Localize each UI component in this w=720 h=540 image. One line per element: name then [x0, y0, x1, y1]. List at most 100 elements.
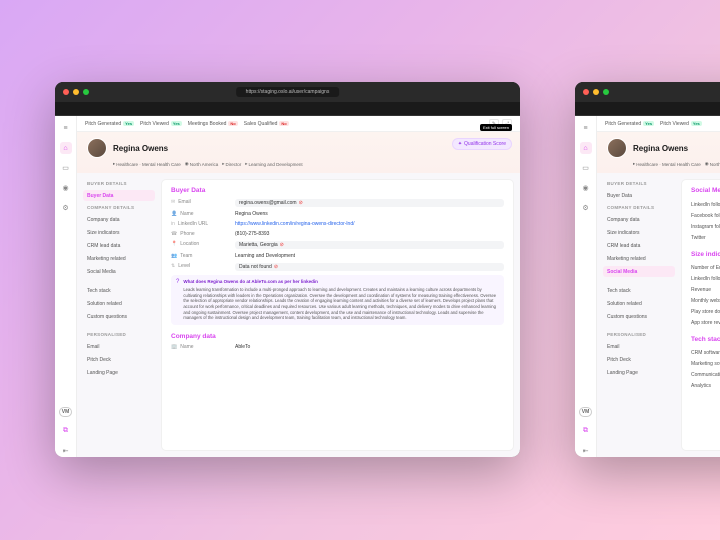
row-instagram-followers: Instagram followers: [691, 221, 720, 232]
logout-icon[interactable]: ⇤: [580, 445, 592, 457]
briefcase-icon[interactable]: ▭: [60, 162, 72, 174]
address-bar[interactable]: https://staging.oslo.ai/user/campaigns: [236, 87, 340, 97]
traffic-lights[interactable]: [63, 89, 89, 95]
status-pitch-generated[interactable]: Pitch GeneratedYes: [605, 121, 654, 127]
row-appstore: App store reviews: [691, 317, 720, 328]
nav-marketing[interactable]: Marketing related: [603, 253, 675, 264]
linkedin-link[interactable]: https://www.linkedin.com/in/regina-owens…: [235, 221, 504, 227]
titlebar: [575, 82, 720, 102]
users-icon[interactable]: ◉: [580, 182, 592, 194]
close-icon[interactable]: [63, 89, 69, 95]
nav-pitch-deck[interactable]: Pitch Deck: [83, 354, 155, 365]
status-row: Pitch GeneratedYes Pitch ViewedYes Meeti…: [77, 116, 520, 132]
settings-icon[interactable]: ⚙: [60, 202, 72, 214]
browser-toolbar: [575, 102, 720, 116]
nav-custom-q[interactable]: Custom questions: [83, 311, 155, 322]
minimize-icon[interactable]: [73, 89, 79, 95]
nav-custom-q[interactable]: Custom questions: [603, 311, 675, 322]
row-linkedin-followers: LinkedIn followers: [691, 199, 720, 210]
app-content: ≡ ⌂ ▭ ◉ ⚙ VM ⧉ ⇤ Pitch GeneratedYes Pitc…: [575, 116, 720, 457]
main-pane: Pitch GeneratedYes Pitch ViewedYes Regin…: [597, 116, 720, 457]
nav-buyer-data[interactable]: Buyer Data: [83, 190, 155, 201]
nav-solution[interactable]: Solution related: [83, 298, 155, 309]
status-pitch-viewed[interactable]: Pitch ViewedYes: [660, 121, 702, 127]
section-nav: BUYER DETAILS Buyer Data COMPANY DETAILS…: [83, 179, 155, 451]
nav-company-data[interactable]: Company data: [603, 214, 675, 225]
body: BUYER DETAILS Buyer Data COMPANY DETAILS…: [597, 173, 720, 457]
field-linkedin: inLinkedIn URLhttps://www.linkedin.com/i…: [171, 221, 504, 227]
nav-crm-lead[interactable]: CRM lead data: [83, 240, 155, 251]
section-nav: BUYER DETAILS Buyer Data COMPANY DETAILS…: [603, 179, 675, 451]
tag-region: ◉ North America: [185, 161, 218, 167]
close-icon[interactable]: [583, 89, 589, 95]
ai-question-block: ? What does Regina Owens do at AbleTo.co…: [171, 275, 504, 325]
field-location: 📍LocationMarietta, Georgia ⊘: [171, 241, 504, 249]
copy-icon[interactable]: ⧉: [580, 425, 592, 437]
person-tags: ▸ Healthcare · Mental Health Care ◉ Nort…: [113, 161, 510, 167]
browser-toolbar: [55, 102, 520, 116]
nav-tech-stack[interactable]: Tech stack: [603, 285, 675, 296]
nav-landing-page[interactable]: Landing Page: [603, 367, 675, 378]
row-analytics: Analytics: [691, 380, 720, 391]
nav-buyer-data[interactable]: Buyer Data: [603, 190, 675, 201]
nav-size-indicators[interactable]: Size indicators: [83, 227, 155, 238]
field-email: ✉Emailregina.owens@gmail.com ⊘: [171, 199, 504, 207]
field-level: ⇅LevelData not found ⊘: [171, 263, 504, 271]
status-pitch-viewed[interactable]: Pitch ViewedYes: [140, 121, 182, 127]
briefcase-icon[interactable]: ▭: [580, 162, 592, 174]
users-icon[interactable]: ◉: [60, 182, 72, 194]
maximize-icon[interactable]: [83, 89, 89, 95]
nav-company-data[interactable]: Company data: [83, 214, 155, 225]
nav-solution[interactable]: Solution related: [603, 298, 675, 309]
maximize-icon[interactable]: [603, 89, 609, 95]
person-header: Exit full screen Regina Owens ▸ Healthca…: [77, 132, 520, 173]
traffic-lights[interactable]: [583, 89, 609, 95]
row-revenue: Revenue: [691, 284, 720, 295]
row-twitter: Twitter: [691, 232, 720, 243]
app-content: ≡ ⌂ ▭ ◉ ⚙ VM ⧉ ⇤ Pitch GeneratedYes Pitc…: [55, 116, 520, 457]
nav-social-media[interactable]: Social Media: [603, 266, 675, 277]
nav-crm-lead[interactable]: CRM lead data: [603, 240, 675, 251]
question-title: What does Regina Owens do at AbleTo.com …: [183, 279, 499, 285]
row-marketing-sw: Marketing software: [691, 358, 720, 369]
browser-window-secondary: ≡ ⌂ ▭ ◉ ⚙ VM ⧉ ⇤ Pitch GeneratedYes Pitc…: [575, 82, 720, 457]
detail-panel: Buyer Data ✉Emailregina.owens@gmail.com …: [161, 179, 514, 451]
minimize-icon[interactable]: [593, 89, 599, 95]
avatar[interactable]: [87, 138, 107, 158]
nav-size-indicators[interactable]: Size indicators: [603, 227, 675, 238]
nav-marketing[interactable]: Marketing related: [83, 253, 155, 264]
nav-social-media[interactable]: Social Media: [83, 266, 155, 277]
status-meetings-booked[interactable]: Meetings BookedNo: [188, 121, 238, 127]
avatar[interactable]: [607, 138, 627, 158]
workspace-badge[interactable]: VM: [59, 407, 73, 417]
qualification-score-button[interactable]: ✦ Qualification Score: [452, 138, 512, 150]
row-comm-sw: Communication software: [691, 369, 720, 380]
status-pitch-generated[interactable]: Pitch GeneratedYes: [85, 121, 134, 127]
titlebar: https://staging.oslo.ai/user/campaigns: [55, 82, 520, 102]
section-size-indicators: Size indicators: [691, 251, 720, 258]
copy-icon[interactable]: ⧉: [60, 425, 72, 437]
nav-head-personalised: PERSONALISED: [83, 330, 155, 339]
menu-icon[interactable]: ≡: [60, 122, 72, 134]
nav-email[interactable]: Email: [83, 341, 155, 352]
menu-icon[interactable]: ≡: [580, 122, 592, 134]
body: BUYER DETAILS Buyer Data COMPANY DETAILS…: [77, 173, 520, 457]
question-answer: Leads learning transformation to include…: [183, 287, 499, 321]
nav-tech-stack[interactable]: Tech stack: [83, 285, 155, 296]
nav-head-company: COMPANY DETAILS: [603, 203, 675, 212]
tag-industry: ▸ Healthcare · Mental Health Care: [113, 161, 181, 167]
workspace-badge[interactable]: VM: [579, 407, 593, 417]
status-sales-qualified[interactable]: Sales QualifiedNo: [244, 121, 289, 127]
person-tags: ▸ Healthcare · Mental Health Care ◉ Nort…: [633, 161, 720, 167]
section-buyer-data: Buyer Data: [171, 187, 504, 194]
home-icon[interactable]: ⌂: [60, 142, 72, 154]
person-header: Regina Owens ▸ Healthcare · Mental Healt…: [597, 132, 720, 173]
logout-icon[interactable]: ⇤: [60, 445, 72, 457]
nav-head-company: COMPANY DETAILS: [83, 203, 155, 212]
nav-pitch-deck[interactable]: Pitch Deck: [603, 354, 675, 365]
nav-email[interactable]: Email: [603, 341, 675, 352]
home-icon[interactable]: ⌂: [580, 142, 592, 154]
nav-landing-page[interactable]: Landing Page: [83, 367, 155, 378]
nav-head-buyer: BUYER DETAILS: [603, 179, 675, 188]
settings-icon[interactable]: ⚙: [580, 202, 592, 214]
